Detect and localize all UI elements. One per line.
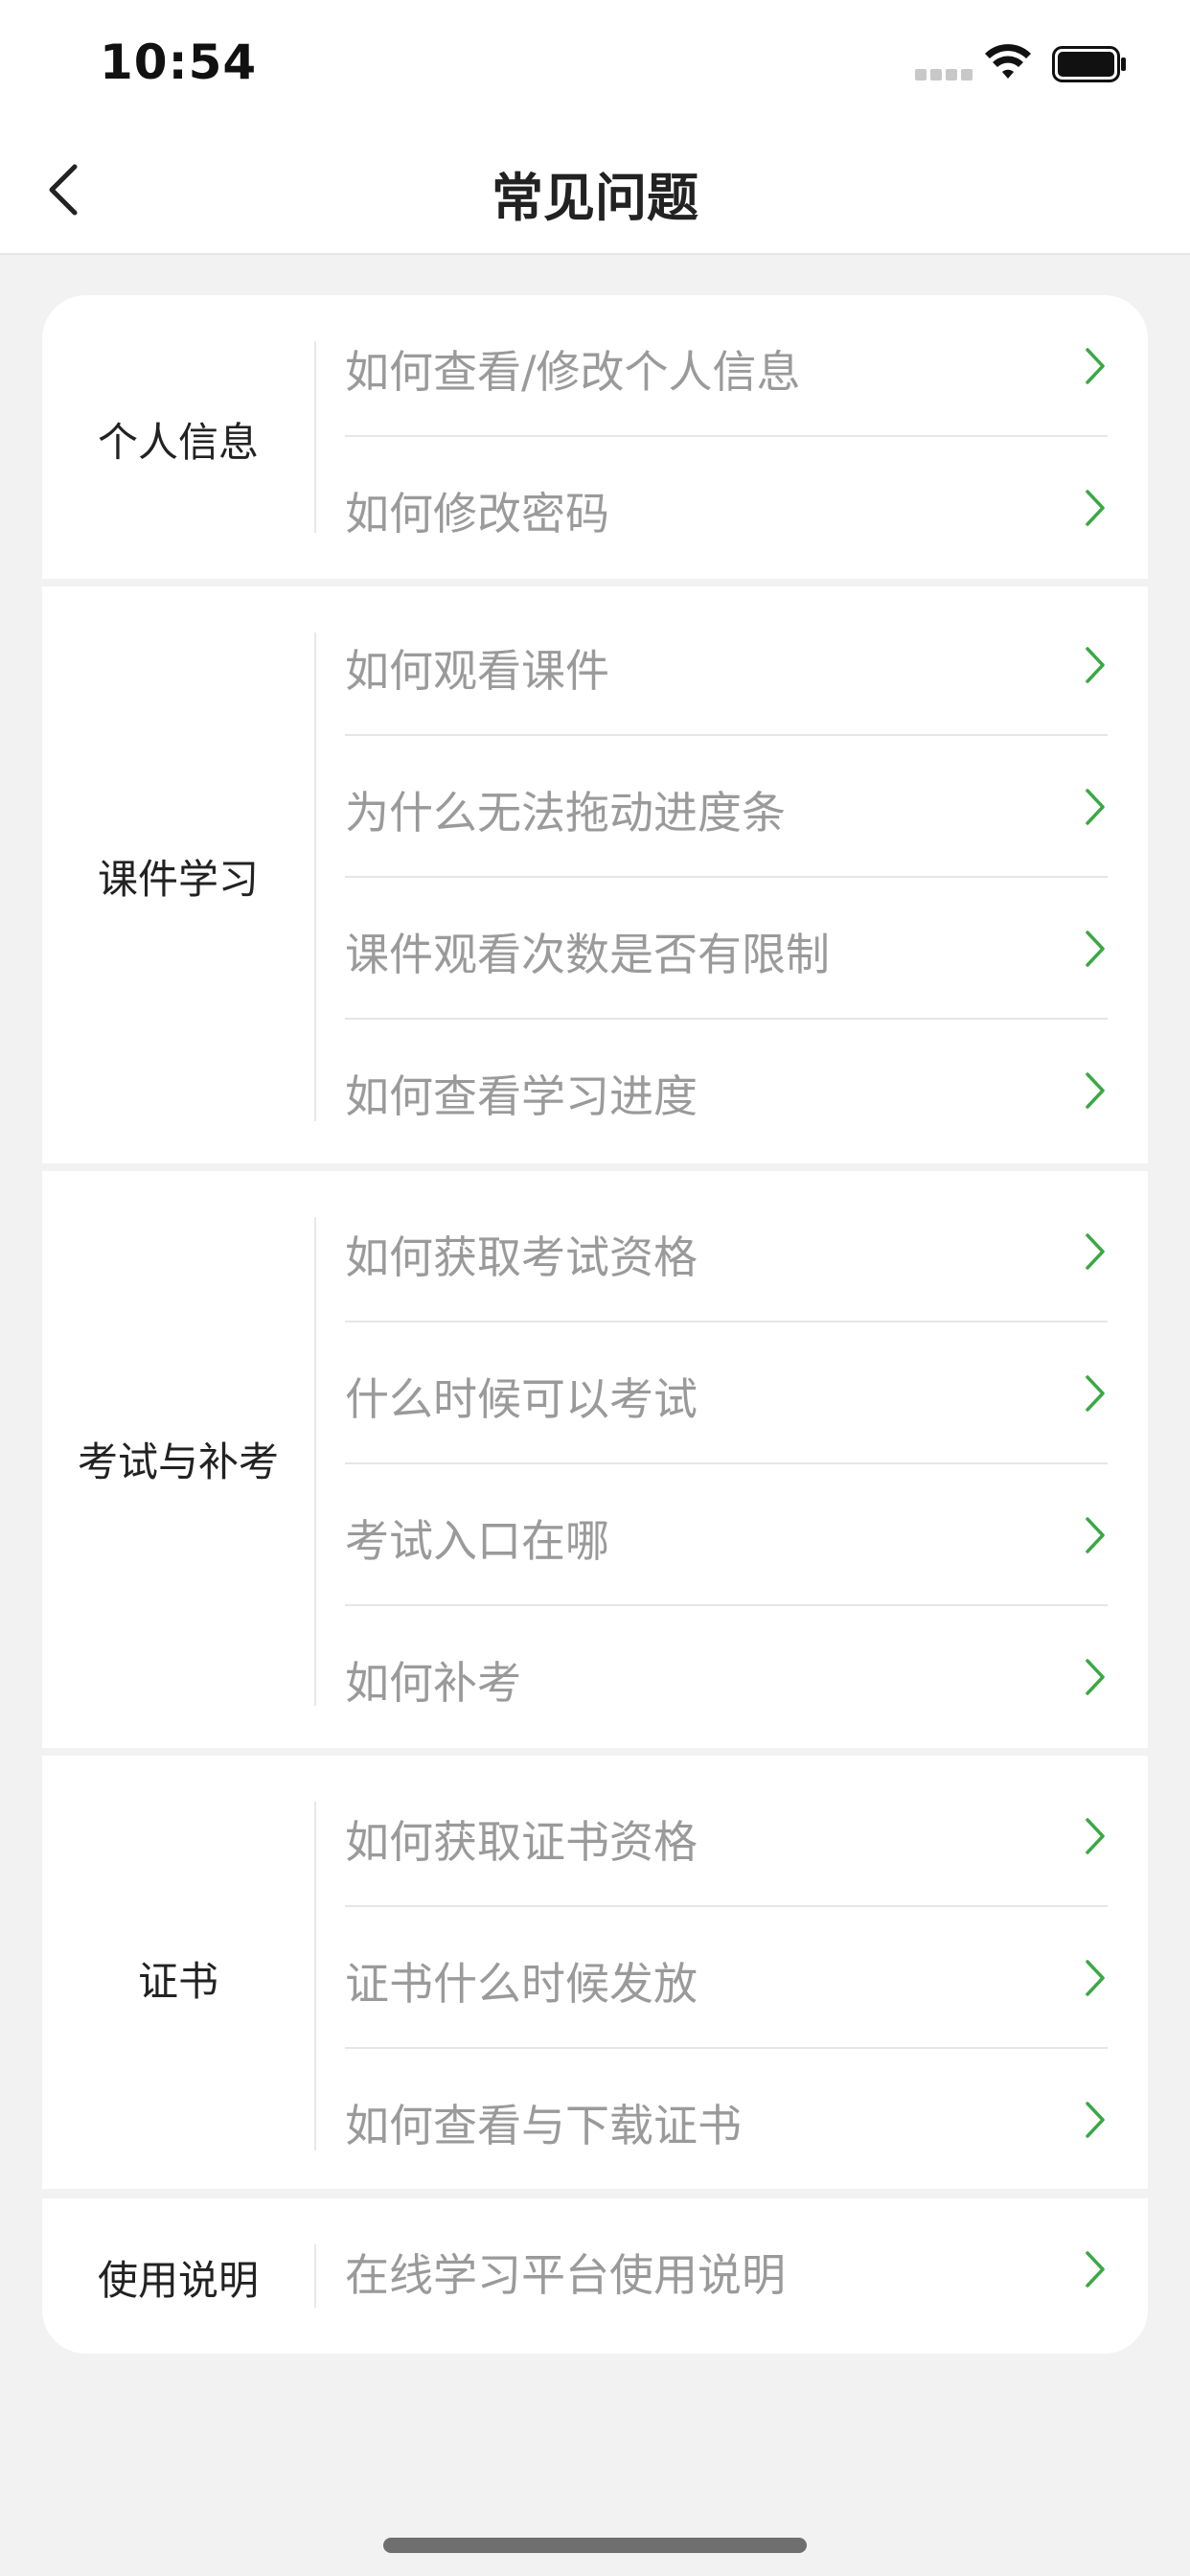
faq-section-usage-guide: 使用说明 在线学习平台使用说明 (42, 2198, 1148, 2354)
faq-item-label: 如何查看学习进度 (345, 1070, 698, 1122)
faq-item-label: 如何查看与下载证书 (345, 2100, 742, 2151)
section-divider (314, 632, 316, 1121)
chevron-right-icon (1086, 1659, 1105, 1695)
faq-item[interactable]: 如何修改密码 (345, 437, 1108, 579)
chevron-right-icon (1086, 348, 1105, 384)
faq-section-personal-info: 个人信息 如何查看/修改个人信息 如何修改密码 (42, 295, 1148, 579)
faq-item-label: 如何获取考试资格 (345, 1231, 698, 1283)
chevron-right-icon (1086, 647, 1105, 683)
chevron-right-icon (1086, 1072, 1105, 1109)
faq-item[interactable]: 如何查看学习进度 (345, 1020, 1108, 1162)
section-label: 个人信息 (97, 419, 259, 466)
faq-item-label: 在线学习平台使用说明 (345, 2249, 786, 2301)
faq-item[interactable]: 为什么无法拖动进度条 (345, 736, 1108, 878)
chevron-right-icon (1086, 789, 1105, 825)
faq-item[interactable]: 什么时候可以考试 (345, 1322, 1108, 1464)
nav-bar: 常见问题 (0, 126, 1190, 255)
faq-section-courseware: 课件学习 如何观看课件 为什么无法拖动进度条 课件观看次数是否有限制 如何查看学… (42, 586, 1148, 1163)
wifi-icon (985, 44, 1031, 79)
chevron-right-icon (1086, 1818, 1105, 1854)
battery-icon (1052, 46, 1126, 82)
faq-item[interactable]: 考试入口在哪 (345, 1464, 1108, 1606)
faq-item-label: 什么时候可以考试 (345, 1373, 698, 1425)
chevron-right-icon (1086, 1375, 1105, 1412)
chevron-right-icon (1086, 1960, 1105, 1996)
faq-item-label: 证书什么时候发放 (345, 1958, 698, 2010)
page-title: 常见问题 (492, 168, 698, 228)
faq-list: 个人信息 如何查看/修改个人信息 如何修改密码 课件学习 如何观看课件 为什么无… (42, 295, 1148, 2354)
chevron-right-icon (1086, 1233, 1105, 1270)
status-bar: 10:54 (0, 0, 1190, 126)
section-divider (314, 341, 316, 533)
faq-item[interactable]: 课件观看次数是否有限制 (345, 878, 1108, 1020)
section-divider (314, 2244, 316, 2308)
section-label: 考试与补考 (77, 1438, 279, 1485)
faq-item-label: 如何获取证书资格 (345, 1816, 698, 1868)
chevron-right-icon (1086, 2102, 1105, 2138)
faq-item-label: 考试入口在哪 (345, 1515, 609, 1567)
section-label: 证书 (137, 1958, 218, 2005)
faq-item-label: 为什么无法拖动进度条 (345, 787, 786, 839)
faq-item-label: 如何补考 (345, 1657, 521, 1709)
faq-item[interactable]: 如何获取证书资格 (345, 1765, 1108, 1907)
status-time: 10:54 (100, 34, 258, 90)
faq-item[interactable]: 如何观看课件 (345, 594, 1108, 736)
home-indicator (383, 2538, 807, 2553)
faq-section-certificate: 证书 如何获取证书资格 证书什么时候发放 如何查看与下载证书 (42, 1756, 1148, 2189)
chevron-right-icon (1086, 931, 1105, 967)
faq-item[interactable]: 如何查看与下载证书 (345, 2049, 1108, 2191)
faq-item[interactable]: 如何补考 (345, 1606, 1108, 1748)
faq-item-label: 如何修改密码 (345, 488, 609, 540)
faq-item-label: 课件观看次数是否有限制 (345, 929, 830, 980)
section-divider (314, 1217, 316, 1706)
signal-icon (915, 69, 973, 80)
section-divider (314, 1802, 316, 2150)
faq-item-label: 如何查看/修改个人信息 (345, 346, 801, 398)
chevron-right-icon (1086, 2251, 1105, 2288)
faq-section-exam: 考试与补考 如何获取考试资格 什么时候可以考试 考试入口在哪 如何补考 (42, 1171, 1148, 1748)
faq-item-label: 如何观看课件 (345, 645, 609, 697)
chevron-right-icon (1086, 1517, 1105, 1553)
faq-item[interactable]: 在线学习平台使用说明 (345, 2198, 1108, 2340)
chevron-right-icon (1086, 490, 1105, 526)
section-label: 使用说明 (97, 2257, 259, 2304)
section-label: 课件学习 (97, 856, 259, 903)
faq-item[interactable]: 如何获取考试资格 (345, 1181, 1108, 1322)
faq-item[interactable]: 如何查看/修改个人信息 (345, 295, 1108, 437)
faq-item[interactable]: 证书什么时候发放 (345, 1907, 1108, 2049)
